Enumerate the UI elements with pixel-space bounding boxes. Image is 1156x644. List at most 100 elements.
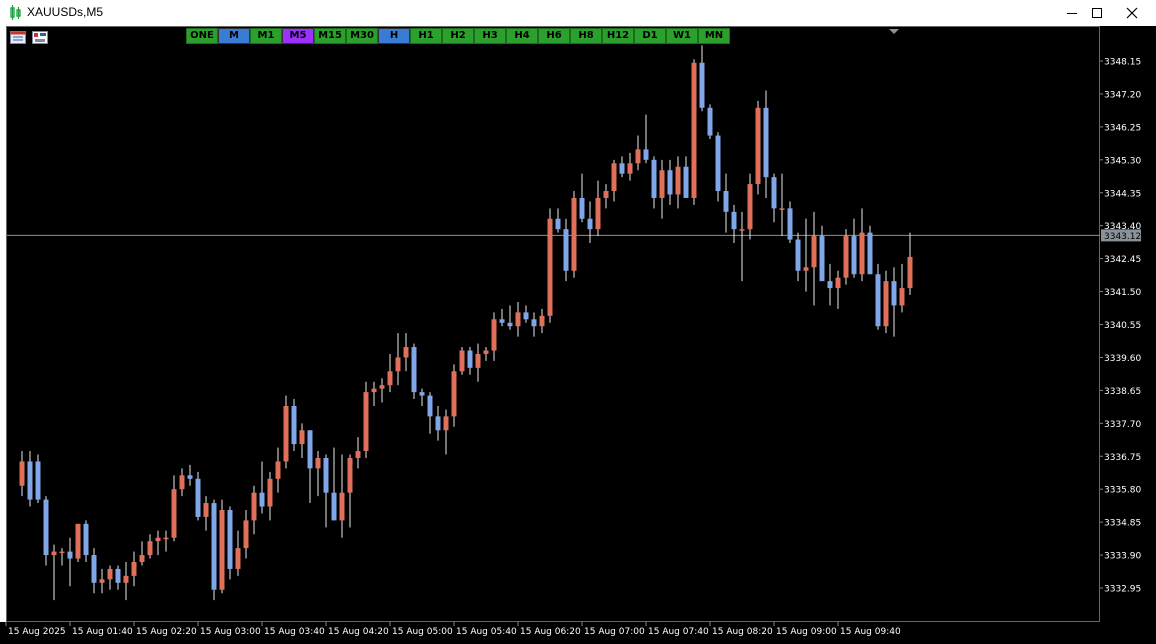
bear-candle bbox=[43, 499, 49, 556]
bull-candle bbox=[299, 430, 305, 445]
bull-candle bbox=[899, 288, 905, 306]
bull-candle bbox=[515, 312, 521, 327]
bear-candle bbox=[875, 274, 881, 327]
bull-candle bbox=[19, 461, 25, 486]
time-label: 15 Aug 08:20 bbox=[712, 627, 773, 637]
price-label: 3340.55 bbox=[1104, 321, 1141, 331]
bull-candle bbox=[659, 170, 665, 198]
timeframe-button-h4[interactable]: H4 bbox=[506, 28, 538, 44]
bull-candle bbox=[675, 166, 681, 195]
bull-candle bbox=[403, 347, 409, 358]
bear-candle bbox=[211, 503, 217, 590]
time-label: 15 Aug 01:40 bbox=[72, 627, 133, 637]
trade-panel-icon[interactable] bbox=[10, 31, 26, 44]
timeframe-button-h12[interactable]: H12 bbox=[602, 28, 634, 44]
bear-candle bbox=[587, 218, 593, 230]
bull-candle bbox=[691, 62, 697, 198]
bull-candle bbox=[859, 232, 865, 275]
bear-candle bbox=[867, 232, 873, 275]
price-label: 3337.70 bbox=[1104, 420, 1141, 430]
bear-candle bbox=[83, 523, 89, 556]
bear-candle bbox=[771, 177, 777, 209]
bear-candle bbox=[619, 163, 625, 174]
bull-candle bbox=[139, 555, 145, 562]
bull-candle bbox=[355, 451, 361, 458]
bull-candle bbox=[387, 371, 393, 386]
bull-candle bbox=[147, 541, 153, 556]
bull-candle bbox=[339, 492, 345, 521]
bear-candle bbox=[35, 461, 41, 500]
bear-candle bbox=[187, 475, 193, 479]
time-label: 15 Aug 09:00 bbox=[776, 627, 837, 637]
time-label: 15 Aug 07:40 bbox=[648, 627, 709, 637]
time-label: 15 Aug 03:40 bbox=[264, 627, 325, 637]
chart-canvas[interactable]: 3343.12 3348.15 3347.20 3346.25 3345.30 3344… bbox=[0, 0, 1156, 644]
timeframe-button-m[interactable]: M bbox=[218, 28, 250, 44]
bear-candle bbox=[67, 551, 73, 559]
timeframe-button-h3[interactable]: H3 bbox=[474, 28, 506, 44]
bull-candle bbox=[459, 350, 465, 372]
time-label: 15 Aug 03:00 bbox=[200, 627, 261, 637]
timeframe-button-mn[interactable]: MN bbox=[698, 28, 730, 44]
bull-candle bbox=[755, 107, 761, 185]
save-chart-icon[interactable] bbox=[32, 31, 48, 44]
bull-candle bbox=[475, 353, 481, 368]
bull-candle bbox=[635, 149, 641, 164]
timeframe-button-m5[interactable]: M5 bbox=[282, 28, 314, 44]
bear-candle bbox=[259, 492, 265, 507]
timeframe-button-h2[interactable]: H2 bbox=[442, 28, 474, 44]
bear-candle bbox=[419, 392, 425, 396]
price-label: 3344.35 bbox=[1104, 189, 1141, 199]
price-label: 3347.20 bbox=[1104, 90, 1141, 100]
bull-candle bbox=[51, 551, 57, 556]
bear-candle bbox=[715, 135, 721, 192]
price-label: 3338.65 bbox=[1104, 387, 1141, 397]
bear-candle bbox=[427, 395, 433, 417]
bull-candle bbox=[283, 405, 289, 462]
price-label: 3335.80 bbox=[1104, 486, 1141, 496]
shift-marker-icon[interactable] bbox=[889, 29, 899, 34]
bull-candle bbox=[75, 523, 81, 559]
timeframe-button-w1[interactable]: W1 bbox=[666, 28, 698, 44]
timeframe-button-m15[interactable]: M15 bbox=[314, 28, 346, 44]
bear-candle bbox=[827, 281, 833, 289]
time-label: 15 Aug 2025 bbox=[8, 627, 66, 637]
timeframe-button-h1[interactable]: H1 bbox=[410, 28, 442, 44]
bear-candle bbox=[435, 416, 441, 431]
price-label: 3346.25 bbox=[1104, 123, 1141, 133]
bull-candle bbox=[107, 568, 113, 580]
timeframe-button-h[interactable]: H bbox=[378, 28, 410, 44]
bull-candle bbox=[171, 489, 177, 538]
bear-candle bbox=[27, 461, 33, 500]
timeframe-button-h6[interactable]: H6 bbox=[538, 28, 570, 44]
timeframe-button-one[interactable]: ONE bbox=[186, 28, 218, 44]
bull-candle bbox=[539, 315, 545, 327]
bull-candle bbox=[451, 371, 457, 417]
timeframe-button-d1[interactable]: D1 bbox=[634, 28, 666, 44]
bear-candle bbox=[227, 509, 233, 569]
bear-candle bbox=[723, 191, 729, 212]
bull-candle bbox=[371, 388, 377, 393]
price-label: 3336.75 bbox=[1104, 453, 1141, 463]
bull-candle bbox=[267, 478, 273, 507]
bear-candle bbox=[795, 239, 801, 271]
timeframe-button-h8[interactable]: H8 bbox=[570, 28, 602, 44]
bear-candle bbox=[731, 211, 737, 230]
bull-candle bbox=[483, 350, 489, 354]
price-label: 3339.60 bbox=[1104, 354, 1141, 364]
bull-candle bbox=[203, 503, 209, 517]
bull-candle bbox=[547, 218, 553, 316]
bull-candle bbox=[603, 191, 609, 198]
timeframe-button-m30[interactable]: M30 bbox=[346, 28, 378, 44]
price-label: 3345.30 bbox=[1104, 156, 1141, 166]
price-label: 3342.45 bbox=[1104, 255, 1141, 265]
bull-candle bbox=[59, 551, 65, 554]
bear-candle bbox=[523, 312, 529, 320]
bear-candle bbox=[707, 107, 713, 136]
price-label: 3333.90 bbox=[1104, 552, 1141, 562]
bull-candle bbox=[739, 229, 745, 231]
bull-candle bbox=[443, 416, 449, 431]
price-labels-group: 3348.15 3347.20 3346.25 3345.30 3344.35 3343.… bbox=[1100, 58, 1141, 595]
timeframe-button-m1[interactable]: M1 bbox=[250, 28, 282, 44]
bull-candle bbox=[235, 548, 241, 569]
